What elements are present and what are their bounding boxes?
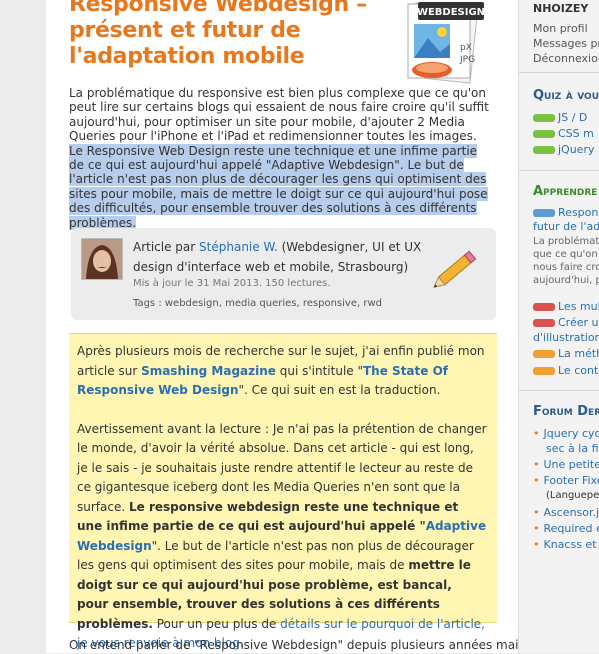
learn-feature-text: nous faire croi bbox=[533, 262, 599, 273]
forum-item-label: Une petite bbox=[544, 458, 599, 471]
forum-item-continued[interactable]: sec à la fir bbox=[546, 442, 599, 455]
quiz-item-label: JS / D bbox=[558, 111, 587, 124]
forum-item[interactable]: • Une petite bbox=[533, 458, 599, 471]
learn-item-label: Les mult bbox=[558, 300, 599, 313]
learn-item-label: Créer un bbox=[558, 316, 599, 329]
learn-feature-link[interactable]: Respons bbox=[533, 206, 599, 219]
article-body-start: On entend parler de "Responsive Webdesig… bbox=[69, 638, 509, 652]
sidebar-forum-title: Forum Dern bbox=[533, 404, 599, 419]
learn-item-label: Le conte bbox=[558, 364, 599, 377]
tutorial-tag-icon bbox=[533, 303, 555, 311]
quiz-progress-icon bbox=[533, 114, 555, 122]
intro-selected-text[interactable]: Le Responsive Web Design reste une techn… bbox=[69, 144, 488, 230]
tutorial-tag-icon bbox=[533, 319, 555, 327]
sidebar-username: NHOIZEY bbox=[533, 2, 588, 15]
article-tag-icon bbox=[533, 209, 555, 217]
tags-prefix: Tags : bbox=[133, 298, 165, 309]
author-line: Article par Stéphanie W. (Webdesigner, U… bbox=[133, 237, 433, 277]
article-intro: La problématique du responsive est bien … bbox=[69, 86, 494, 230]
forum-item-label: Knacss et C bbox=[544, 538, 599, 551]
author-prefix: Article par bbox=[133, 240, 199, 254]
learn-item-continued[interactable]: d'illustration bbox=[533, 331, 599, 344]
learn-item[interactable]: La méth bbox=[533, 347, 599, 360]
forum-item[interactable]: • Knacss et C bbox=[533, 538, 599, 551]
tutorial-tag-icon bbox=[533, 367, 555, 375]
sidebar-quiz-title: Quiz à vous bbox=[533, 88, 599, 103]
smashing-magazine-link[interactable]: Smashing Magazine bbox=[141, 364, 276, 378]
tutorial-tag-icon bbox=[533, 350, 555, 358]
forum-item-label: Ascensor.j bbox=[544, 506, 599, 519]
article-tags: Tags : webdesign, media queries, respons… bbox=[133, 298, 382, 309]
forum-item-label: Required e bbox=[544, 522, 599, 535]
webdesign-badge-icon: WEBDESIGN pX JPG bbox=[398, 0, 498, 88]
bullet-icon: • bbox=[533, 474, 540, 487]
forum-item-label: Footer Fixe bbox=[544, 474, 599, 487]
learn-feature-text: La problémati bbox=[533, 236, 599, 247]
note-text: qui s'intitule " bbox=[276, 364, 363, 378]
learn-feature-text: que ce qu'on p bbox=[533, 249, 599, 260]
quiz-item-label: CSS m bbox=[558, 127, 594, 140]
forum-item[interactable]: • Jquery cyc bbox=[533, 427, 599, 440]
sidebar-learn-title: Apprendre bbox=[533, 184, 597, 199]
sidebar-quiz-item[interactable]: JS / D bbox=[533, 111, 587, 124]
sidebar-divider bbox=[519, 170, 599, 171]
bullet-icon: • bbox=[533, 522, 540, 535]
sidebar-divider bbox=[519, 390, 599, 391]
article-updated: Mis à jour le 31 Mai 2013. 150 lectures. bbox=[133, 278, 331, 289]
sidebar-quiz-item[interactable]: jQuery bbox=[533, 143, 595, 156]
translation-note: Après plusieurs mois de recherche sur le… bbox=[69, 333, 497, 623]
article-title: Responsive Webdesign – présent et futur … bbox=[69, 0, 399, 70]
sidebar-link-profile[interactable]: Mon profil bbox=[533, 22, 588, 35]
badge-sub2: JPG bbox=[459, 55, 475, 65]
learn-feature-title-2[interactable]: futur de l'ada bbox=[533, 220, 599, 233]
forum-item[interactable]: • Ascensor.j bbox=[533, 506, 599, 519]
bullet-icon: • bbox=[533, 538, 540, 551]
learn-item[interactable]: Les mult bbox=[533, 300, 599, 313]
badge-label: WEBDESIGN bbox=[417, 7, 485, 18]
sidebar-quiz-item[interactable]: CSS m bbox=[533, 127, 594, 140]
sidebar-link-messages[interactable]: Messages priv bbox=[533, 37, 599, 50]
note-text: ". Ce qui suit en est la traduction. bbox=[239, 383, 441, 397]
quiz-progress-icon bbox=[533, 130, 555, 138]
sidebar-link-logout[interactable]: Déconnexion bbox=[533, 52, 599, 65]
badge-sub1: pX bbox=[460, 43, 472, 53]
author-avatar[interactable] bbox=[81, 238, 123, 280]
learn-feature-text: aujourd'hui, p bbox=[533, 275, 599, 286]
quiz-item-label: jQuery bbox=[558, 143, 595, 156]
forum-item[interactable]: • Required e bbox=[533, 522, 599, 535]
note-bold-text: Le responsive webdesign reste une techni… bbox=[77, 500, 458, 534]
note-text: Pour un peu plus de bbox=[153, 617, 280, 631]
sidebar-divider bbox=[519, 72, 599, 73]
tags-list[interactable]: webdesign, media queries, responsive, rw… bbox=[165, 298, 382, 309]
intro-text: La problématique du responsive est bien … bbox=[69, 86, 489, 143]
note-paragraph-1: Après plusieurs mois de recherche sur le… bbox=[77, 342, 487, 401]
forum-item-label: Jquery cyc bbox=[544, 427, 599, 440]
learn-item[interactable]: Le conte bbox=[533, 364, 599, 377]
bullet-icon: • bbox=[533, 458, 540, 471]
note-paragraph-2: Avertissement avant la lecture : Je n'ai… bbox=[77, 420, 487, 654]
forum-item-meta: (Languepen bbox=[546, 490, 599, 501]
forum-item[interactable]: • Footer Fixe bbox=[533, 474, 599, 487]
quiz-progress-icon bbox=[533, 146, 555, 154]
bullet-icon: • bbox=[533, 427, 540, 440]
learn-item[interactable]: Créer un bbox=[533, 316, 599, 329]
author-link[interactable]: Stéphanie W. bbox=[199, 240, 278, 254]
learn-feature-title: Respons bbox=[558, 206, 599, 219]
pencil-icon bbox=[431, 242, 483, 294]
author-box: Article par Stéphanie W. (Webdesigner, U… bbox=[71, 228, 496, 320]
bullet-icon: • bbox=[533, 506, 540, 519]
learn-item-label: La méth bbox=[558, 347, 599, 360]
